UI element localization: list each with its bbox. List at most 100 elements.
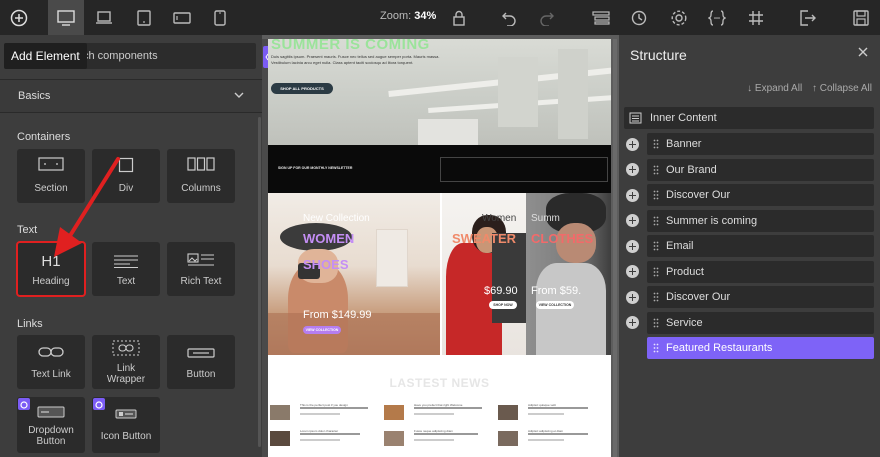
hero-title: SUMMER IS COMING xyxy=(271,39,430,53)
device-tablet-landscape-button[interactable] xyxy=(166,0,198,35)
collapse-all-button[interactable]: ↑ Collapse All xyxy=(812,83,872,94)
button-tile-label: Button xyxy=(186,369,216,380)
device-desktop-button[interactable] xyxy=(48,0,84,35)
icon-button-tile[interactable]: Icon Button xyxy=(92,397,160,453)
tree-node[interactable]: Our Brand xyxy=(647,158,874,181)
group-text-label: Text xyxy=(17,224,38,236)
group-containers-label: Containers xyxy=(17,131,71,143)
history-button[interactable] xyxy=(626,0,652,35)
promo1-cta-button[interactable]: VIEW COLLECTION xyxy=(303,326,341,334)
heading-tile-label: Heading xyxy=(32,276,70,287)
device-mobile-button[interactable] xyxy=(204,0,236,35)
promo2-cta-button[interactable]: SHOP NOW xyxy=(489,301,517,309)
expand-node-icon[interactable] xyxy=(626,265,639,278)
expand-node-icon[interactable] xyxy=(626,214,639,227)
basics-section-header[interactable]: Basics xyxy=(0,79,262,113)
elements-panel: ch components Add Element Basics Contain… xyxy=(0,35,262,457)
save-icon xyxy=(853,9,869,26)
news-section-title: LASTEST NEWS xyxy=(389,376,490,390)
expand-node-icon[interactable] xyxy=(626,239,639,253)
columns-tile-label: Columns xyxy=(181,183,221,194)
exit-icon xyxy=(800,9,816,26)
tree-node[interactable]: Discover Our xyxy=(647,184,874,206)
icon-button-tile-label: Icon Button xyxy=(100,431,152,442)
tree-node[interactable]: Discover Our xyxy=(647,286,874,308)
expand-node-icon[interactable] xyxy=(626,163,639,176)
promo3-cta-button[interactable]: VIEW COLLECTION xyxy=(536,301,574,309)
columns-tile[interactable]: Columns xyxy=(167,149,235,203)
tree-node-label: Email xyxy=(666,240,694,252)
dropdown-button-tile[interactable]: Dropdown Button xyxy=(17,397,85,453)
grid-button[interactable] xyxy=(743,0,769,35)
design-canvas[interactable]: SUMMER IS COMING Duis sagittis ipsum. Pr… xyxy=(262,35,619,457)
expand-node-icon[interactable] xyxy=(626,290,639,304)
grid-icon xyxy=(749,10,763,25)
promo-women-sweater[interactable]: Women SWEATER $69.90 SHOP NOW xyxy=(442,193,526,355)
expand-node-icon[interactable] xyxy=(626,137,639,151)
lock-button[interactable] xyxy=(446,0,472,35)
panel-scrollbar[interactable] xyxy=(258,117,261,447)
expand-node-icon[interactable] xyxy=(626,188,639,202)
promo-summer-clothes[interactable]: Summ CLOTHES From $59. VIEW COLLECTION xyxy=(526,193,611,355)
dropdown-button-icon xyxy=(37,406,65,418)
stack-button[interactable] xyxy=(588,0,614,35)
promo2-line2: SWEATER xyxy=(452,231,517,246)
exit-button[interactable] xyxy=(795,0,821,35)
settings-button[interactable] xyxy=(666,0,692,35)
promo3-price: From $59. xyxy=(531,285,582,297)
tree-node-root[interactable]: Inner Content xyxy=(624,107,874,129)
hero-text: Duis sagittis ipsum. Praesent mauris. Fu… xyxy=(271,54,440,65)
stack-icon xyxy=(592,10,610,25)
drag-handle-icon[interactable] xyxy=(653,267,659,277)
annotation-arrow-icon xyxy=(54,157,120,257)
tree-node[interactable]: Product xyxy=(647,260,874,283)
tree-node[interactable]: Summer is coming xyxy=(647,209,874,232)
rich-text-tile[interactable]: Rich Text xyxy=(167,242,235,296)
redo-button[interactable] xyxy=(534,0,560,35)
drag-handle-icon[interactable] xyxy=(653,190,659,200)
text-tile-label: Text xyxy=(116,276,136,287)
rich-text-icon xyxy=(187,253,214,266)
tree-node-selected[interactable]: Featured Restaurants xyxy=(647,337,874,359)
link-wrapper-tile[interactable]: Link Wrapper xyxy=(92,335,160,389)
tree-node[interactable]: Email xyxy=(647,235,874,257)
tree-node[interactable]: Service xyxy=(647,311,874,334)
code-button[interactable] xyxy=(704,0,730,35)
tree-node-label: Featured Restaurants xyxy=(666,342,773,354)
button-tile[interactable]: Button xyxy=(167,335,235,389)
link-wrapper-tile-label: Link Wrapper xyxy=(106,363,146,385)
drag-handle-icon[interactable] xyxy=(653,343,659,353)
canvas-scrollbar[interactable] xyxy=(613,39,617,457)
newsletter-email-input[interactable] xyxy=(440,157,608,182)
hero-shop-button[interactable]: SHOP ALL PRODUCTS xyxy=(271,83,333,94)
undo-button[interactable] xyxy=(496,0,522,35)
device-tablet-button[interactable] xyxy=(128,0,160,35)
save-button[interactable] xyxy=(848,0,874,35)
drag-handle-icon[interactable] xyxy=(653,216,659,226)
close-icon[interactable] xyxy=(858,47,868,57)
expand-all-button[interactable]: ↓ Expand All xyxy=(747,83,802,94)
drag-handle-icon[interactable] xyxy=(653,241,659,251)
lock-icon xyxy=(453,10,465,26)
zoom-indicator[interactable]: Zoom: 34% xyxy=(380,10,436,22)
page-preview[interactable]: SUMMER IS COMING Duis sagittis ipsum. Pr… xyxy=(268,39,611,457)
hero-banner[interactable]: SUMMER IS COMING Duis sagittis ipsum. Pr… xyxy=(268,39,611,145)
drag-handle-icon[interactable] xyxy=(653,165,659,175)
expand-node-icon[interactable] xyxy=(626,316,639,329)
rich-text-tile-label: Rich Text xyxy=(180,276,222,287)
text-link-tile[interactable]: Text Link xyxy=(17,335,85,389)
add-element-button[interactable] xyxy=(0,0,37,35)
structure-panel: Structure ↓ Expand All ↑ Collapse All In… xyxy=(619,35,880,457)
drag-handle-icon[interactable] xyxy=(653,318,659,328)
promo1-line2: WOMEN xyxy=(303,231,355,246)
plus-circle-icon xyxy=(10,9,27,26)
promo1-line3: SHOES xyxy=(303,257,349,272)
tree-node-label: Summer is coming xyxy=(666,214,758,227)
drag-handle-icon[interactable] xyxy=(653,139,659,149)
promo-women-shoes[interactable]: New Collection WOMEN SHOES From $149.99 … xyxy=(268,193,440,355)
chevron-down-icon xyxy=(234,92,244,98)
code-icon xyxy=(708,9,726,26)
tree-node[interactable]: Banner xyxy=(647,133,874,155)
device-laptop-button[interactable] xyxy=(88,0,120,35)
drag-handle-icon[interactable] xyxy=(653,292,659,302)
